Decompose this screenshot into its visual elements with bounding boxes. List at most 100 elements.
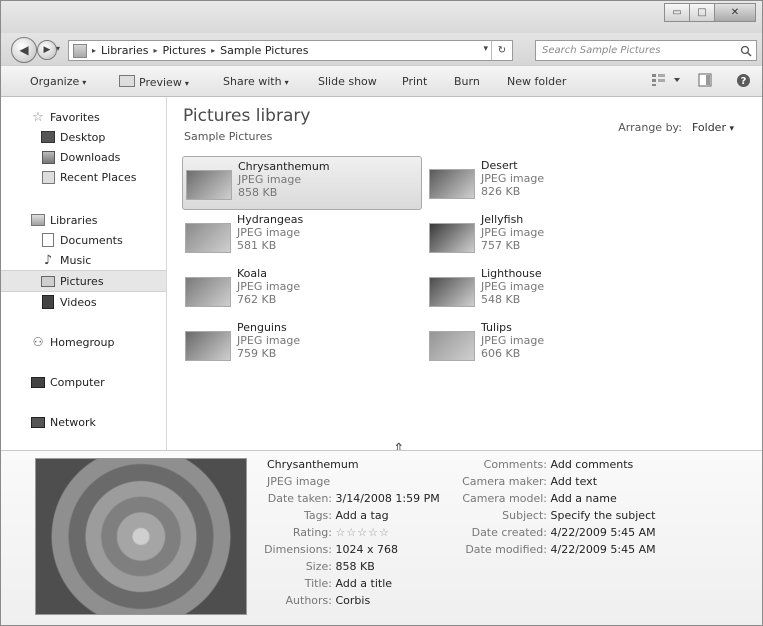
- detail-label: Tags:: [303, 509, 332, 522]
- file-name: Lighthouse: [481, 267, 542, 280]
- sidebar-item-homegroup[interactable]: ⚇ Homegroup: [1, 332, 166, 352]
- back-button[interactable]: ◀: [11, 37, 37, 63]
- refresh-button[interactable]: ↻: [491, 41, 512, 60]
- change-view-button[interactable]: [651, 73, 681, 90]
- preview-pane-button[interactable]: [698, 73, 712, 90]
- rating-stars[interactable]: ☆☆☆☆☆: [336, 526, 390, 539]
- address-dropdown[interactable]: ▾: [483, 44, 488, 54]
- breadcrumb-separator[interactable]: ▸: [211, 46, 215, 55]
- share-with-label: Share with: [223, 75, 282, 88]
- sidebar-item-desktop[interactable]: Desktop: [1, 127, 166, 147]
- detail-dimensions: 1024 x 768: [335, 543, 399, 556]
- file-tile[interactable]: Jellyfish JPEG image 757 KB: [426, 210, 664, 262]
- detail-label: Camera maker:: [462, 475, 547, 488]
- search-box[interactable]: Search Sample Pictures: [535, 40, 757, 61]
- libraries-icon: [31, 214, 45, 226]
- file-name: Penguins: [237, 321, 287, 334]
- file-type: JPEG image: [237, 280, 301, 293]
- help-button[interactable]: ?: [736, 73, 751, 91]
- recent-pages-dropdown[interactable]: ▾: [56, 44, 60, 53]
- sidebar-item-downloads[interactable]: Downloads: [1, 147, 166, 167]
- detail-authors[interactable]: Corbis: [336, 594, 371, 607]
- sidebar-item-music[interactable]: ♪ Music: [1, 250, 166, 270]
- detail-label: Date taken:: [267, 492, 332, 505]
- sidebar-item-favorites[interactable]: ☆ Favorites: [1, 107, 166, 127]
- file-tile[interactable]: Koala JPEG image 762 KB: [182, 264, 420, 316]
- detail-camera-maker[interactable]: Add text: [551, 475, 598, 488]
- search-input[interactable]: Search Sample Pictures: [542, 45, 739, 56]
- forward-button[interactable]: ▶: [37, 40, 57, 60]
- minimize-button[interactable]: ▭: [664, 3, 690, 22]
- chevron-down-icon: ▾: [82, 78, 87, 87]
- detail-date-modified-row: Date modified: 4/22/2009 5:45 AM: [453, 541, 655, 558]
- sidebar-item-documents[interactable]: Documents: [1, 230, 166, 250]
- detail-title[interactable]: Add a title: [336, 577, 393, 590]
- sidebar-item-recent-places[interactable]: Recent Places: [1, 167, 166, 187]
- preview-button[interactable]: Preview ▾: [119, 75, 189, 89]
- maximize-button[interactable]: □: [689, 3, 715, 22]
- breadcrumb-pictures[interactable]: Pictures: [163, 44, 207, 57]
- file-size: 548 KB: [481, 293, 521, 306]
- search-icon[interactable]: [739, 44, 753, 58]
- new-folder-button[interactable]: New folder: [507, 75, 566, 88]
- homegroup-icon: ⚇: [32, 335, 44, 349]
- arrange-by: Arrange by: Folder ▾: [618, 121, 734, 134]
- sidebar-item-videos[interactable]: Videos: [1, 292, 166, 312]
- back-arrow-icon: ◀: [19, 43, 29, 57]
- forward-arrow-icon: ▶: [43, 45, 51, 55]
- file-tile[interactable]: Penguins JPEG image 759 KB: [182, 318, 420, 370]
- organize-button[interactable]: Organize ▾: [30, 75, 86, 88]
- close-button[interactable]: ✕: [714, 3, 756, 22]
- sidebar-item-label: Libraries: [50, 213, 98, 227]
- sidebar-item-label: Network: [50, 415, 96, 429]
- print-button[interactable]: Print: [402, 75, 427, 88]
- preview-thumbnail: [35, 458, 247, 615]
- breadcrumb-separator[interactable]: ▸: [92, 46, 96, 55]
- file-name: Chrysanthemum: [238, 160, 330, 173]
- detail-label: Camera model:: [462, 492, 547, 505]
- sidebar-item-network[interactable]: Network: [1, 412, 166, 432]
- sidebar-item-pictures[interactable]: Pictures: [1, 270, 166, 292]
- detail-comments[interactable]: Add comments: [551, 458, 634, 471]
- arrange-by-label: Arrange by:: [618, 121, 682, 134]
- detail-date-taken[interactable]: 3/14/2008 1:59 PM: [336, 492, 440, 505]
- downloads-icon: [41, 150, 55, 164]
- file-tile[interactable]: Tulips JPEG image 606 KB: [426, 318, 664, 370]
- breadcrumb-sample-pictures[interactable]: Sample Pictures: [220, 44, 308, 57]
- arrange-by-dropdown[interactable]: Folder ▾: [692, 121, 734, 134]
- recent-places-icon: [41, 170, 55, 184]
- file-tile[interactable]: Lighthouse JPEG image 548 KB: [426, 264, 664, 316]
- share-with-button[interactable]: Share with ▾: [223, 75, 289, 88]
- sidebar-item-libraries[interactable]: Libraries: [1, 210, 166, 230]
- detail-file-name: Chrysanthemum: [267, 458, 359, 471]
- detail-label: Dimensions:: [264, 543, 332, 556]
- breadcrumb-separator[interactable]: ▸: [154, 46, 158, 55]
- file-type: JPEG image: [481, 172, 545, 185]
- help-icon: ?: [737, 74, 750, 87]
- file-list-pane: Pictures library Sample Pictures Arrange…: [167, 97, 762, 450]
- details-pane: Chrysanthemum JPEG image Date taken: 3/1…: [1, 450, 762, 625]
- file-tile[interactable]: Hydrangeas JPEG image 581 KB: [182, 210, 420, 262]
- refresh-icon: ↻: [497, 45, 507, 56]
- preview-pane-icon: [698, 73, 712, 87]
- breadcrumb-libraries[interactable]: Libraries: [101, 44, 149, 57]
- detail-tags[interactable]: Add a tag: [336, 509, 389, 522]
- sidebar-item-computer[interactable]: Computer: [1, 372, 166, 392]
- burn-button[interactable]: Burn: [454, 75, 480, 88]
- file-thumbnail: [186, 170, 232, 200]
- detail-subject[interactable]: Specify the subject: [551, 509, 656, 522]
- file-name: Tulips: [481, 321, 512, 334]
- address-bar[interactable]: ▸ Libraries ▸ Pictures ▸ Sample Pictures…: [68, 40, 513, 61]
- preview-label: Preview: [139, 76, 182, 89]
- file-type: JPEG image: [237, 226, 301, 239]
- file-size: 858 KB: [238, 186, 278, 199]
- file-tile[interactable]: Chrysanthemum JPEG image 858 KB: [182, 156, 422, 210]
- slide-show-button[interactable]: Slide show: [318, 75, 377, 88]
- file-tile[interactable]: Desert JPEG image 826 KB: [426, 156, 664, 208]
- detail-label: Comments:: [483, 458, 547, 471]
- sidebar-item-label: Downloads: [60, 150, 121, 164]
- detail-camera-model[interactable]: Add a name: [551, 492, 617, 505]
- file-thumbnail: [185, 277, 231, 307]
- command-bar: Organize ▾ Preview ▾ Share with ▾ Slide sho…: [1, 65, 762, 97]
- file-info: Lighthouse JPEG image 548 KB: [481, 267, 544, 316]
